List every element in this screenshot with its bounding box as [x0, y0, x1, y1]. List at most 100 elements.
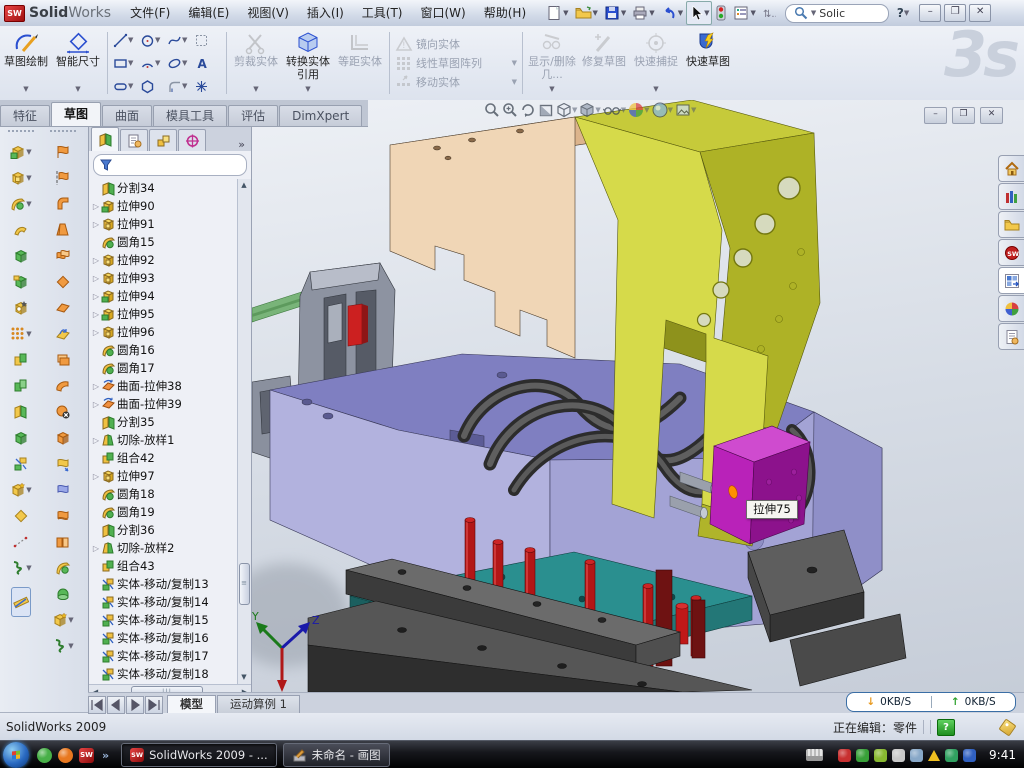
graphics-viewport[interactable]: Y Z X ▼▼▼▼▼▼ –❐✕ 拉伸75 [252, 100, 1024, 692]
tray-update-icon[interactable] [874, 749, 887, 762]
edit-appearance-icon[interactable]: ▼ [628, 102, 649, 118]
tree-item[interactable]: 圆角15 [91, 233, 251, 251]
ruled-surface-icon[interactable] [55, 373, 71, 399]
tree-item[interactable]: ▷拉伸97 [91, 467, 251, 485]
nav-last-button[interactable] [145, 696, 163, 714]
spline-button[interactable]: ▼ [167, 29, 194, 52]
lofted-surface-icon[interactable] [55, 217, 71, 243]
view-palette-tab[interactable] [998, 267, 1024, 294]
solidworks-content-tab[interactable]: SW [998, 239, 1024, 266]
tree-item[interactable]: ▷切除-放样1 [91, 431, 251, 449]
chevron-down-icon[interactable]: ▼ [811, 9, 816, 17]
nav-next-button[interactable] [126, 696, 144, 714]
instant3d-icon[interactable] [13, 503, 29, 529]
extruded-surface-icon[interactable] [55, 139, 71, 165]
sketch-button[interactable]: 草图绘制▼ [0, 26, 52, 100]
thicken-icon[interactable] [55, 347, 71, 373]
sketch-picture-button[interactable] [194, 29, 221, 52]
tab-草图[interactable]: 草图 [51, 102, 101, 126]
start-button[interactable] [3, 742, 29, 768]
ellipse-button[interactable]: ▼ [167, 52, 194, 75]
scrollbar-thumb[interactable]: ≡ [239, 563, 250, 605]
boss-extrude-icon[interactable]: ▼ [10, 139, 31, 165]
tree-item[interactable]: ▷拉伸95 [91, 305, 251, 323]
manager-tabs-more-icon[interactable]: » [238, 138, 245, 151]
menu-V[interactable]: 视图(V) [238, 6, 298, 20]
menu-W[interactable]: 窗口(W) [412, 6, 475, 20]
help-button[interactable]: ? [897, 6, 904, 20]
tree-filter-input[interactable] [93, 154, 247, 176]
custom-properties-tab[interactable] [998, 323, 1024, 350]
tree-item[interactable]: 圆角18 [91, 485, 251, 503]
tab-模具工具[interactable]: 模具工具 [153, 105, 227, 126]
delete-body-icon[interactable] [13, 425, 29, 451]
undo-button[interactable]: ▼ [658, 1, 686, 25]
delete-face-icon[interactable] [55, 399, 71, 425]
tray-sync-icon[interactable] [963, 749, 976, 762]
rebuild-button[interactable] [712, 1, 730, 25]
tree-item[interactable]: 圆角16 [91, 341, 251, 359]
display-style-icon[interactable]: ▼ [579, 102, 600, 118]
extend-surface-icon[interactable] [55, 477, 71, 503]
offset-surface-icon[interactable] [55, 269, 71, 295]
tree-item[interactable]: 实体-移动/复制17 [91, 647, 251, 665]
tag-icon[interactable] [998, 718, 1016, 736]
tree-item[interactable]: 实体-移动/复制16 [91, 629, 251, 647]
rapid-sketch-button[interactable]: 快速草图 [682, 26, 734, 100]
swept-surface-icon[interactable] [55, 191, 71, 217]
view-orientation-icon[interactable]: ▼ [556, 102, 577, 118]
trim-surface-icon[interactable] [55, 503, 71, 529]
revolved-boss-icon[interactable]: ▼ [10, 165, 31, 191]
tree-item[interactable]: 实体-移动/复制14 [91, 593, 251, 611]
boundary-surface-icon[interactable] [55, 243, 71, 269]
open-button[interactable]: ▼ [572, 1, 601, 25]
file-explorer-tab[interactable] [998, 211, 1024, 238]
scroll-down-icon[interactable]: ▼ [238, 671, 250, 684]
zoom-area-icon[interactable] [502, 102, 518, 118]
doc-minimize-button[interactable]: – [924, 107, 947, 124]
options-button[interactable]: ▼ [730, 1, 758, 25]
apply-scene-icon[interactable]: ▼ [652, 102, 673, 118]
tree-item[interactable]: 实体-移动/复制13 [91, 575, 251, 593]
revolved-cut-icon[interactable] [13, 269, 29, 295]
taskbar-task[interactable]: SWSolidWorks 2009 - ... [121, 743, 277, 767]
nav-first-button[interactable] [88, 696, 106, 714]
tree-item[interactable]: ▷拉伸91 [91, 215, 251, 233]
filled-surface-icon[interactable] [55, 555, 71, 581]
scroll-up-icon[interactable]: ▲ [238, 179, 250, 192]
sketch-fillet-button[interactable]: ▼ [167, 75, 194, 98]
tree-item[interactable]: ▷曲面-拉伸39 [91, 395, 251, 413]
fillet-icon[interactable]: ▼ [10, 191, 31, 217]
combine-bodies-icon[interactable] [13, 347, 29, 373]
hole-wizard-icon[interactable] [13, 295, 29, 321]
tree-item[interactable]: 分割36 [91, 521, 251, 539]
menu-F[interactable]: 文件(F) [121, 6, 179, 20]
untrim-surface-icon[interactable] [55, 451, 71, 477]
curve-icon[interactable] [13, 529, 29, 555]
configurationmanager-tab[interactable] [149, 129, 177, 151]
planar-surface-icon[interactable] [55, 295, 71, 321]
menu-I[interactable]: 插入(I) [298, 6, 353, 20]
tree-item[interactable]: ▷曲面-拉伸38 [91, 377, 251, 395]
keyboard-layout-icon[interactable] [806, 749, 823, 761]
dimxpertmanager-tab[interactable] [178, 129, 206, 151]
quicklaunch-solidworks-icon[interactable]: SW [79, 748, 94, 763]
split-icon[interactable] [13, 399, 29, 425]
nav-prev-button[interactable] [107, 696, 125, 714]
tray-firewall-icon[interactable] [856, 749, 869, 762]
point-button[interactable] [194, 75, 221, 98]
tray-network-icon[interactable] [910, 749, 923, 762]
linear-pattern-icon[interactable]: ▼ [10, 321, 31, 347]
rotate-view-icon[interactable] [520, 102, 536, 118]
tree-item[interactable]: ▷拉伸90 [91, 197, 251, 215]
quicklaunch-messenger-icon[interactable] [37, 748, 52, 763]
helix-icon[interactable]: ▼ [10, 555, 31, 581]
freeform-icon[interactable] [55, 321, 71, 347]
sketch-text-button[interactable]: A [194, 52, 221, 75]
help-dropdown-icon[interactable]: ▼ [904, 9, 909, 17]
swept-boss-icon[interactable] [13, 217, 29, 243]
knit-surface-icon[interactable] [55, 529, 71, 555]
tree-item[interactable]: ▷拉伸92 [91, 251, 251, 269]
featuremanager-tab[interactable] [91, 127, 119, 151]
move-copy-body-icon[interactable] [13, 451, 29, 477]
